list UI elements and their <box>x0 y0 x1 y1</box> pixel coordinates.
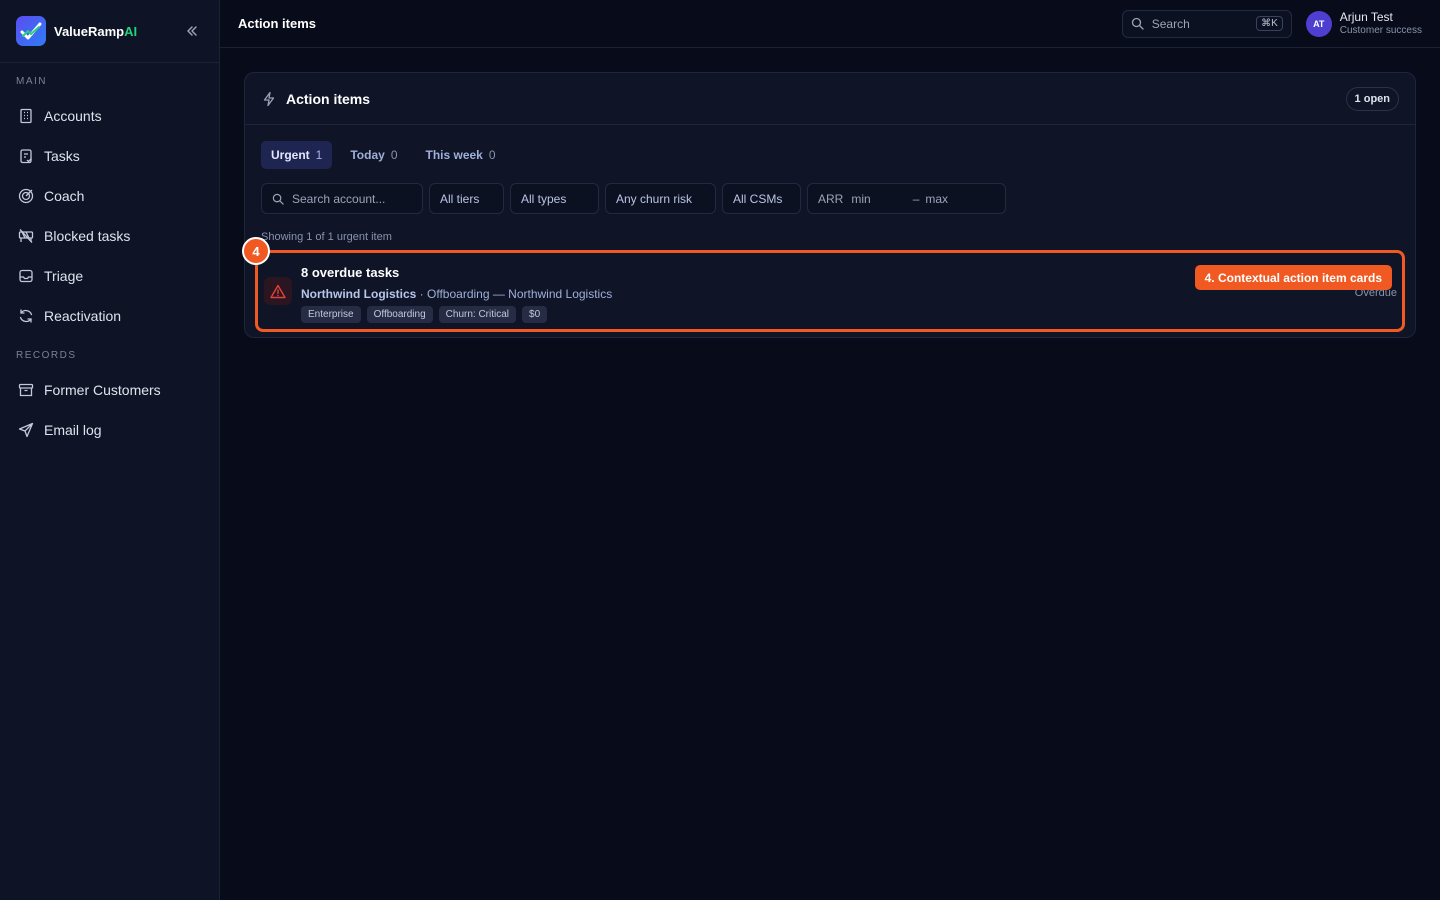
arr-max-input[interactable]: max <box>925 192 948 206</box>
sidebar-item-triage[interactable]: Triage <box>0 256 219 296</box>
blocked-icon <box>18 228 34 244</box>
section-label-main: MAIN <box>16 76 47 87</box>
tier-filter-select[interactable]: All tiers <box>429 183 504 214</box>
arr-range-filter[interactable]: ARR min – max <box>807 183 1006 214</box>
user-menu[interactable]: AT Arjun Test Customer success <box>1305 9 1422 37</box>
refresh-icon <box>18 308 34 324</box>
tab-count: 0 <box>488 148 496 162</box>
tab-today[interactable]: Today 0 <box>340 141 407 169</box>
open-count-badge: 1 open <box>1345 86 1399 111</box>
sidebar-item-blocked-tasks[interactable]: Blocked tasks <box>0 216 219 256</box>
tab-this-week[interactable]: This week 0 <box>416 141 506 169</box>
sidebar-item-accounts[interactable]: Accounts <box>0 96 219 136</box>
search-shortcut-badge: ⌘K <box>1256 16 1283 31</box>
tag-chip: Enterprise <box>301 306 361 323</box>
sidebar-item-label: Accounts <box>44 108 102 124</box>
inbox-icon <box>18 268 34 284</box>
result-count-text: Showing 1 of 1 urgent item <box>261 231 392 243</box>
sidebar-item-label: Blocked tasks <box>44 228 131 244</box>
annotation-step-badge: 4 <box>242 237 270 265</box>
action-items-panel: Action items 1 open Urgent 1 Today 0 This … <box>244 72 1416 338</box>
csm-filter-select[interactable]: All CSMs <box>722 183 801 214</box>
panel-title: Action items <box>286 90 371 107</box>
arr-label: ARR <box>818 191 844 206</box>
sidebar-item-email-log[interactable]: Email log <box>0 410 219 450</box>
brand: ValueRampAI <box>0 0 219 63</box>
clipboard-icon <box>18 148 34 164</box>
card-detail: Offboarding — Northwind Logistics <box>427 287 613 301</box>
type-filter-select[interactable]: All types <box>510 183 599 214</box>
panel-header: Action items 1 open <box>245 73 1415 125</box>
arr-range-dash: – <box>912 191 920 206</box>
sidebar-item-tasks[interactable]: Tasks <box>0 136 219 176</box>
top-header: Action items Search ⌘K AT Arjun Test Cus… <box>220 0 1440 48</box>
card-subtitle: Northwind Logistics · Offboarding — Nort… <box>301 287 612 301</box>
tab-label: This week <box>425 148 483 162</box>
card-title: 8 overdue tasks <box>301 265 400 280</box>
sidebar-item-coach[interactable]: Coach <box>0 176 219 216</box>
avatar: AT <box>1305 10 1332 37</box>
search-icon <box>1131 17 1144 30</box>
arr-min-input[interactable]: min <box>851 192 870 206</box>
building-icon <box>18 108 34 124</box>
tag-chip: $0 <box>522 306 548 323</box>
search-icon <box>272 193 284 205</box>
tab-label: Today <box>350 148 385 162</box>
sidebar-item-label: Reactivation <box>44 308 122 324</box>
sidebar-item-label: Former Customers <box>44 382 161 398</box>
action-item-card[interactable]: 8 overdue tasks Northwind Logistics · Of… <box>255 250 1405 332</box>
sidebar-item-label: Tasks <box>44 148 80 164</box>
tab-count: 0 <box>390 148 398 162</box>
account-search-input[interactable]: Search account... <box>261 183 423 214</box>
lightning-icon <box>261 91 277 107</box>
user-role: Customer success <box>1339 24 1422 36</box>
sidebar-item-reactivation[interactable]: Reactivation <box>0 296 219 336</box>
search-placeholder: Search <box>1151 16 1190 31</box>
sidebar-item-label: Coach <box>44 188 85 204</box>
sidebar-item-label: Email log <box>44 422 102 438</box>
tab-bar: Urgent 1 Today 0 This week 0 <box>245 125 1415 169</box>
sidebar: ValueRampAI MAIN Accounts Tasks Coach Bl… <box>0 0 220 900</box>
collapse-sidebar-button[interactable] <box>181 20 203 42</box>
tab-count: 1 <box>315 148 323 162</box>
annotation-callout: 4. Contextual action item cards <box>1194 265 1392 290</box>
account-link[interactable]: Northwind Logistics <box>301 287 416 301</box>
section-label-records: RECORDS <box>16 350 77 361</box>
page-title: Action items <box>238 16 317 31</box>
filter-bar: Search account... All tiers All types An… <box>245 169 1415 214</box>
tag-chip: Offboarding <box>366 306 433 323</box>
app-logo-icon <box>16 16 46 46</box>
brand-name: ValueRampAI <box>54 23 138 39</box>
archive-icon <box>18 382 34 398</box>
subtitle-separator: · <box>416 287 428 301</box>
tag-chip: Churn: Critical <box>438 306 517 323</box>
user-name: Arjun Test <box>1339 9 1393 24</box>
target-icon <box>18 188 34 204</box>
tab-urgent[interactable]: Urgent 1 <box>261 141 333 169</box>
double-chevron-left-icon <box>187 26 197 36</box>
churn-risk-filter-select[interactable]: Any churn risk <box>605 183 716 214</box>
send-icon <box>18 422 34 438</box>
card-tags: Enterprise Offboarding Churn: Critical $… <box>301 306 548 323</box>
warning-icon <box>264 277 292 305</box>
global-search-input[interactable]: Search ⌘K <box>1121 9 1292 38</box>
tab-label: Urgent <box>271 148 310 162</box>
sidebar-item-label: Triage <box>44 268 84 284</box>
sidebar-item-former-customers[interactable]: Former Customers <box>0 370 219 410</box>
account-search-placeholder: Search account... <box>292 191 386 206</box>
